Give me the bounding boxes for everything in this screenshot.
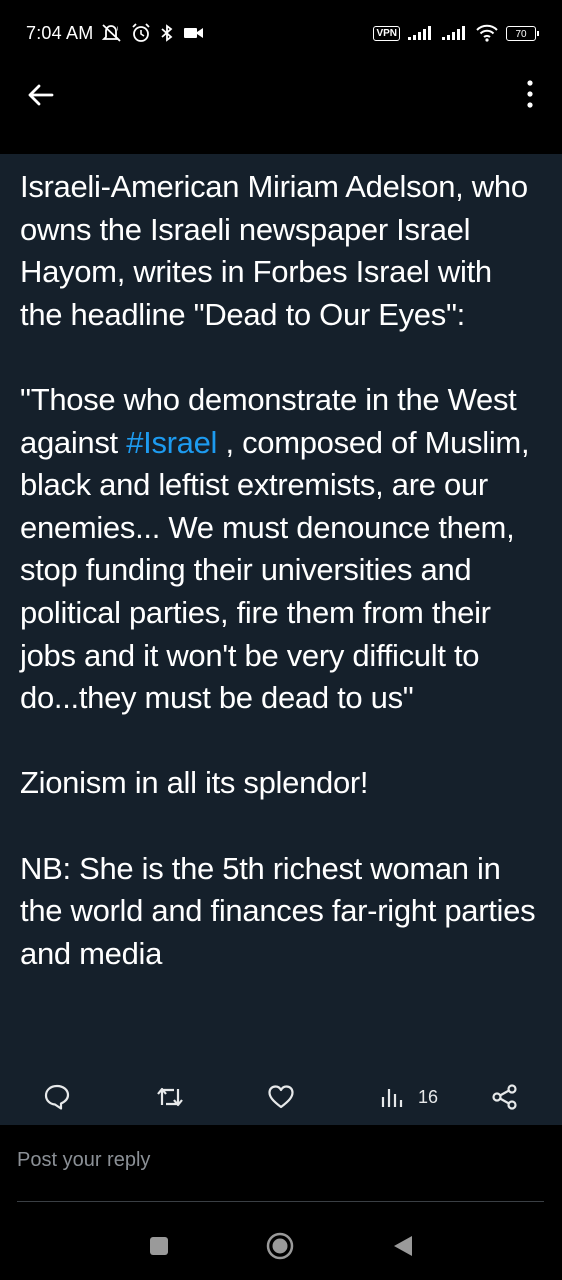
mute-icon: ᴵ (101, 23, 123, 43)
alarm-icon (131, 23, 151, 43)
system-nav-bar (0, 1215, 562, 1280)
tweet-paragraph-4: NB: She is the 5th richest woman in the … (20, 850, 544, 971)
battery-icon: 70 (506, 25, 539, 41)
retweet-button[interactable] (155, 1083, 185, 1111)
reply-area: Post your reply (0, 1125, 562, 1215)
status-time: 7:04 AM (26, 22, 94, 43)
back-icon (394, 1236, 412, 1256)
recents-icon (150, 1237, 168, 1255)
tweet-text: Israeli-American Miriam Adelson, who own… (0, 154, 562, 975)
share-button[interactable] (491, 1083, 519, 1111)
share-icon (492, 1084, 517, 1110)
signal-icon (408, 25, 434, 41)
wifi-icon (476, 24, 498, 42)
tweet-paragraph-2-end: , composed of Muslim, black and leftist … (20, 424, 538, 716)
reply-input[interactable]: Post your reply (17, 1149, 544, 1202)
nav-back-button[interactable] (391, 1234, 415, 1263)
home-icon (266, 1232, 294, 1260)
views-icon (381, 1089, 403, 1107)
heart-icon (268, 1085, 294, 1109)
video-icon (183, 25, 205, 41)
vpn-badge: VPN (373, 25, 400, 41)
bluetooth-icon (159, 24, 175, 42)
back-button[interactable] (24, 80, 58, 110)
reply-icon (44, 1084, 70, 1110)
home-button[interactable] (265, 1231, 295, 1266)
recents-button[interactable] (148, 1235, 170, 1262)
arrow-left-icon (28, 84, 54, 106)
more-options-button[interactable] (520, 78, 540, 110)
tweet-paragraph-3: Zionism in all its splendor! (20, 765, 369, 801)
tweet-panel: Israeli-American Miriam Adelson, who own… (0, 154, 562, 1075)
views-count: 16 (418, 1086, 439, 1107)
status-right: VPN 70 (373, 24, 539, 42)
tweet-action-bar: 16 (0, 1075, 562, 1125)
like-button[interactable] (267, 1083, 295, 1111)
svg-text:ᴵ: ᴵ (117, 27, 118, 34)
retweet-icon (157, 1087, 183, 1107)
hashtag-link[interactable]: #Israel (126, 425, 217, 460)
reply-button[interactable] (43, 1083, 71, 1111)
status-bar: 7:04 AM ᴵ VPN 70 (0, 0, 562, 66)
status-left: 7:04 AM ᴵ (26, 23, 205, 44)
views-button[interactable]: 16 (380, 1083, 438, 1111)
signal-icon (442, 25, 468, 41)
more-vertical-icon (527, 80, 533, 108)
top-app-bar (0, 66, 562, 154)
tweet-paragraph-1: Israeli-American Miriam Adelson, who own… (20, 169, 537, 332)
